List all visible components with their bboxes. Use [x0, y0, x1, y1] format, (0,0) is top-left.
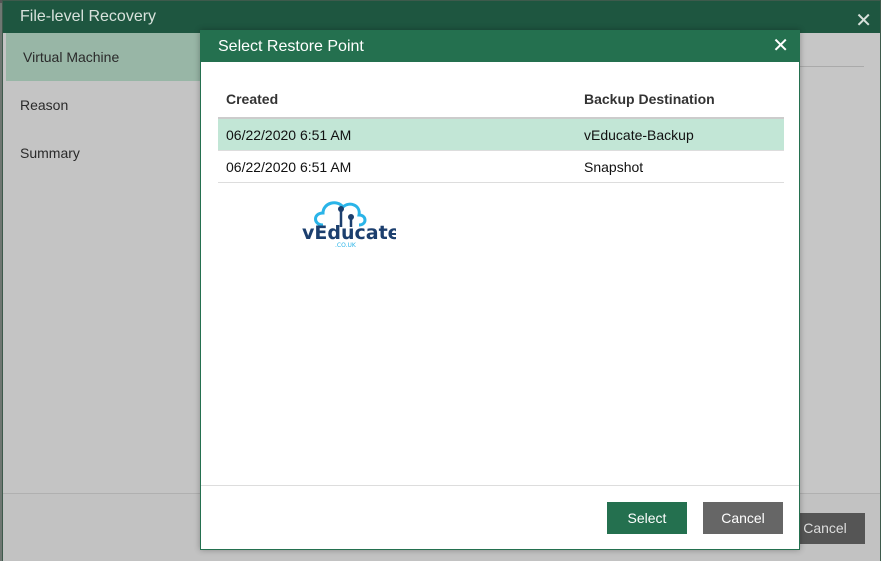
dialog-title-text: File-level Recovery: [20, 8, 157, 25]
column-created[interactable]: Created: [218, 91, 584, 107]
veducate-logo: vEducate .CO.UK: [301, 197, 401, 254]
column-backup-destination[interactable]: Backup Destination: [584, 91, 784, 107]
cell-destination: Snapshot: [584, 158, 644, 175]
wizard-sidebar: Virtual Machine Reason Summary: [3, 33, 200, 493]
sidebar-item-summary[interactable]: Summary: [3, 129, 200, 177]
sidebar-item-virtual-machine[interactable]: Virtual Machine: [6, 33, 200, 81]
table-header: Created Backup Destination: [218, 81, 784, 119]
cell-created: 06/22/2020 6:51 AM: [226, 158, 352, 175]
select-restore-point-modal: Select Restore Point ✕ Created Backup Des…: [200, 30, 800, 550]
cell-destination: vEducate-Backup: [584, 126, 694, 143]
cell-created: 06/22/2020 6:51 AM: [226, 126, 352, 143]
close-icon[interactable]: ✕: [772, 31, 789, 62]
cancel-button[interactable]: Cancel: [703, 502, 783, 534]
table-row[interactable]: 06/22/2020 6:51 AM vEducate-Backup: [218, 119, 784, 151]
restore-point-table: Created Backup Destination 06/22/2020 6:…: [218, 81, 784, 183]
modal-footer: Select Cancel: [201, 485, 799, 550]
dialog-title: File-level Recovery ✕: [3, 1, 880, 33]
sidebar-item-reason[interactable]: Reason: [3, 81, 200, 129]
svg-text:vEducate: vEducate: [302, 222, 396, 244]
modal-title: Select Restore Point: [218, 38, 364, 55]
modal-header: Select Restore Point ✕: [201, 31, 799, 62]
svg-text:.CO.UK: .CO.UK: [335, 242, 357, 249]
table-row[interactable]: 06/22/2020 6:51 AM Snapshot: [218, 151, 784, 183]
select-button[interactable]: Select: [607, 502, 687, 534]
